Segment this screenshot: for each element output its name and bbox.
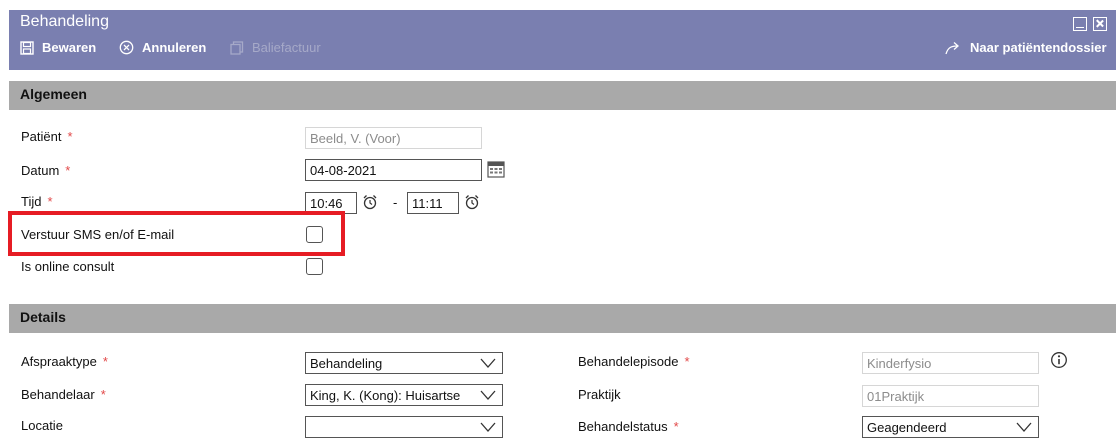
- patient-field: Beeld, V. (Voor): [305, 127, 482, 149]
- status-value: Geagendeerd: [867, 420, 947, 435]
- invoice-label: Baliefactuur: [252, 40, 321, 55]
- chevron-down-icon: [1016, 422, 1032, 432]
- appointment-type-value: Behandeling: [310, 356, 383, 371]
- cancel-label: Annuleren: [142, 40, 207, 55]
- required-marker: *: [67, 129, 73, 144]
- save-button[interactable]: Bewaren: [20, 40, 96, 55]
- date-label-text: Datum: [21, 163, 60, 178]
- practitioner-label-text: Behandelaar: [21, 387, 95, 402]
- appointment-type-select[interactable]: Behandeling: [305, 352, 503, 374]
- chevron-down-icon: [480, 390, 496, 400]
- floppy-disk-icon: [20, 40, 34, 55]
- required-marker: *: [65, 163, 71, 178]
- required-marker: *: [47, 194, 53, 209]
- share-arrow-icon: [945, 41, 959, 54]
- required-marker: *: [673, 419, 679, 434]
- patient-record-label: Naar patiëntendossier: [970, 40, 1107, 55]
- section-title-general: Algemeen: [20, 86, 87, 102]
- clock-icon[interactable]: [464, 194, 480, 210]
- time-end-input[interactable]: 11:11: [407, 192, 459, 214]
- status-label-text: Behandelstatus: [578, 419, 668, 434]
- invoice-button[interactable]: Baliefactuur: [230, 40, 321, 55]
- practitioner-value: King, K. (Kong): Huisartse: [310, 388, 461, 403]
- required-marker: *: [684, 354, 690, 369]
- patient-label: Patiënt *: [21, 129, 73, 144]
- patient-label-text: Patiënt: [21, 129, 62, 144]
- chevron-down-icon: [480, 422, 496, 432]
- time-separator: -: [393, 195, 398, 210]
- save-label: Bewaren: [42, 40, 97, 55]
- location-select[interactable]: [305, 416, 503, 438]
- episode-label-text: Behandelepisode: [578, 354, 679, 369]
- location-label: Locatie: [21, 418, 63, 433]
- status-label: Behandelstatus *: [578, 419, 679, 434]
- required-marker: *: [102, 354, 108, 369]
- practitioner-select[interactable]: King, K. (Kong): Huisartse: [305, 384, 503, 406]
- appointment-type-label-text: Afspraaktype: [21, 354, 97, 369]
- date-input[interactable]: 04-08-2021: [305, 159, 482, 181]
- status-select[interactable]: Geagendeerd: [862, 416, 1039, 438]
- patient-record-button[interactable]: Naar patiëntendossier: [944, 40, 1107, 55]
- close-icon[interactable]: [1093, 17, 1107, 31]
- online-consult-label: Is online consult: [21, 259, 115, 274]
- practice-label: Praktijk: [578, 387, 621, 402]
- calendar-icon[interactable]: [487, 160, 505, 178]
- appointment-type-label: Afspraaktype *: [21, 354, 108, 369]
- window-title: Behandeling: [20, 13, 109, 30]
- date-label: Datum *: [21, 163, 70, 178]
- cancel-button[interactable]: Annuleren: [119, 40, 206, 55]
- highlight-box: [8, 211, 345, 256]
- episode-field: Kinderfysio: [862, 352, 1039, 374]
- invoice-copy-icon: [230, 40, 244, 55]
- info-icon[interactable]: [1050, 351, 1068, 369]
- cancel-circle-icon: [119, 40, 134, 55]
- section-header-details: Details: [9, 304, 1116, 333]
- time-label: Tijd *: [21, 194, 53, 209]
- section-title-details: Details: [20, 309, 66, 325]
- time-label-text: Tijd: [21, 194, 42, 209]
- online-consult-checkbox[interactable]: [306, 258, 323, 275]
- section-header-general: Algemeen: [9, 81, 1116, 110]
- practitioner-label: Behandelaar *: [21, 387, 106, 402]
- practice-field: 01Praktijk: [862, 385, 1039, 407]
- clock-icon[interactable]: [362, 194, 378, 210]
- required-marker: *: [100, 387, 106, 402]
- chevron-down-icon: [480, 358, 496, 368]
- minimize-icon[interactable]: [1073, 17, 1087, 31]
- episode-label: Behandelepisode *: [578, 354, 690, 369]
